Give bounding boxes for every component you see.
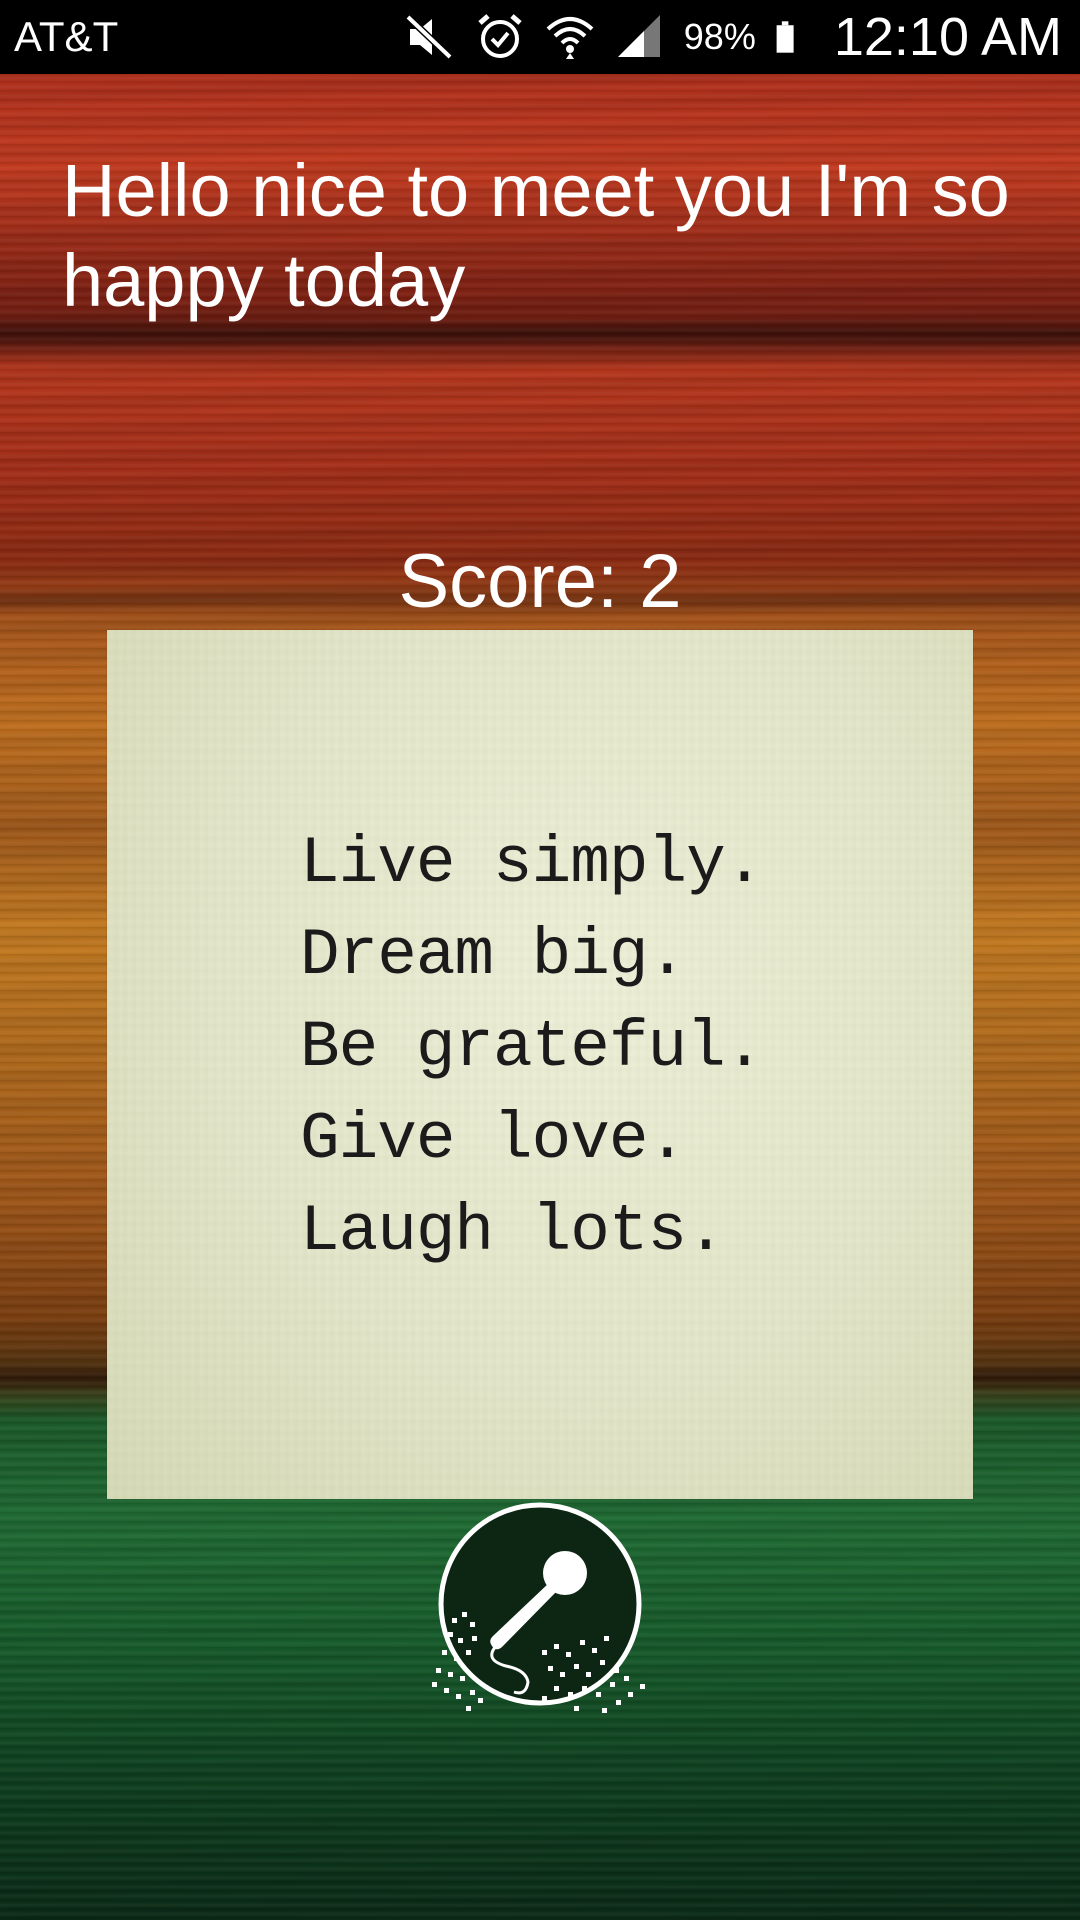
quote-line: Be grateful. xyxy=(300,1010,764,1085)
mute-icon xyxy=(405,14,453,60)
battery-icon xyxy=(776,21,794,53)
signal-icon xyxy=(617,15,660,57)
quote-line: Live simply. xyxy=(300,826,764,901)
quote-image: Live simply. Dream big. Be grateful. Giv… xyxy=(107,630,973,1499)
microphone-icon xyxy=(432,1502,645,1713)
wifi-icon xyxy=(546,17,594,59)
alarm-icon xyxy=(478,14,522,58)
carrier-label: AT&T xyxy=(14,13,119,60)
clock: 12:10 AM xyxy=(833,7,1062,67)
quote-line: Dream big. xyxy=(300,918,687,993)
recognized-text: Hello nice to meet you I'm so happy toda… xyxy=(62,149,1010,322)
quote-lines: Live simply. Dream big. Be grateful. Giv… xyxy=(300,818,764,1278)
quote-line: Give love. xyxy=(300,1102,687,1177)
quote-line: Laugh lots. xyxy=(300,1194,726,1269)
score-label: Score: 2 xyxy=(398,539,682,624)
status-bar: AT&T 98% 12:10 AM xyxy=(0,0,1080,74)
status-icons: 98% 12:10 AM xyxy=(404,0,1062,74)
microphone-button[interactable] xyxy=(430,1500,650,1736)
battery-percent: 98% xyxy=(683,16,756,57)
screen: AT&T 98% 12:10 AM Hello nice to meet you… xyxy=(0,0,1080,1920)
